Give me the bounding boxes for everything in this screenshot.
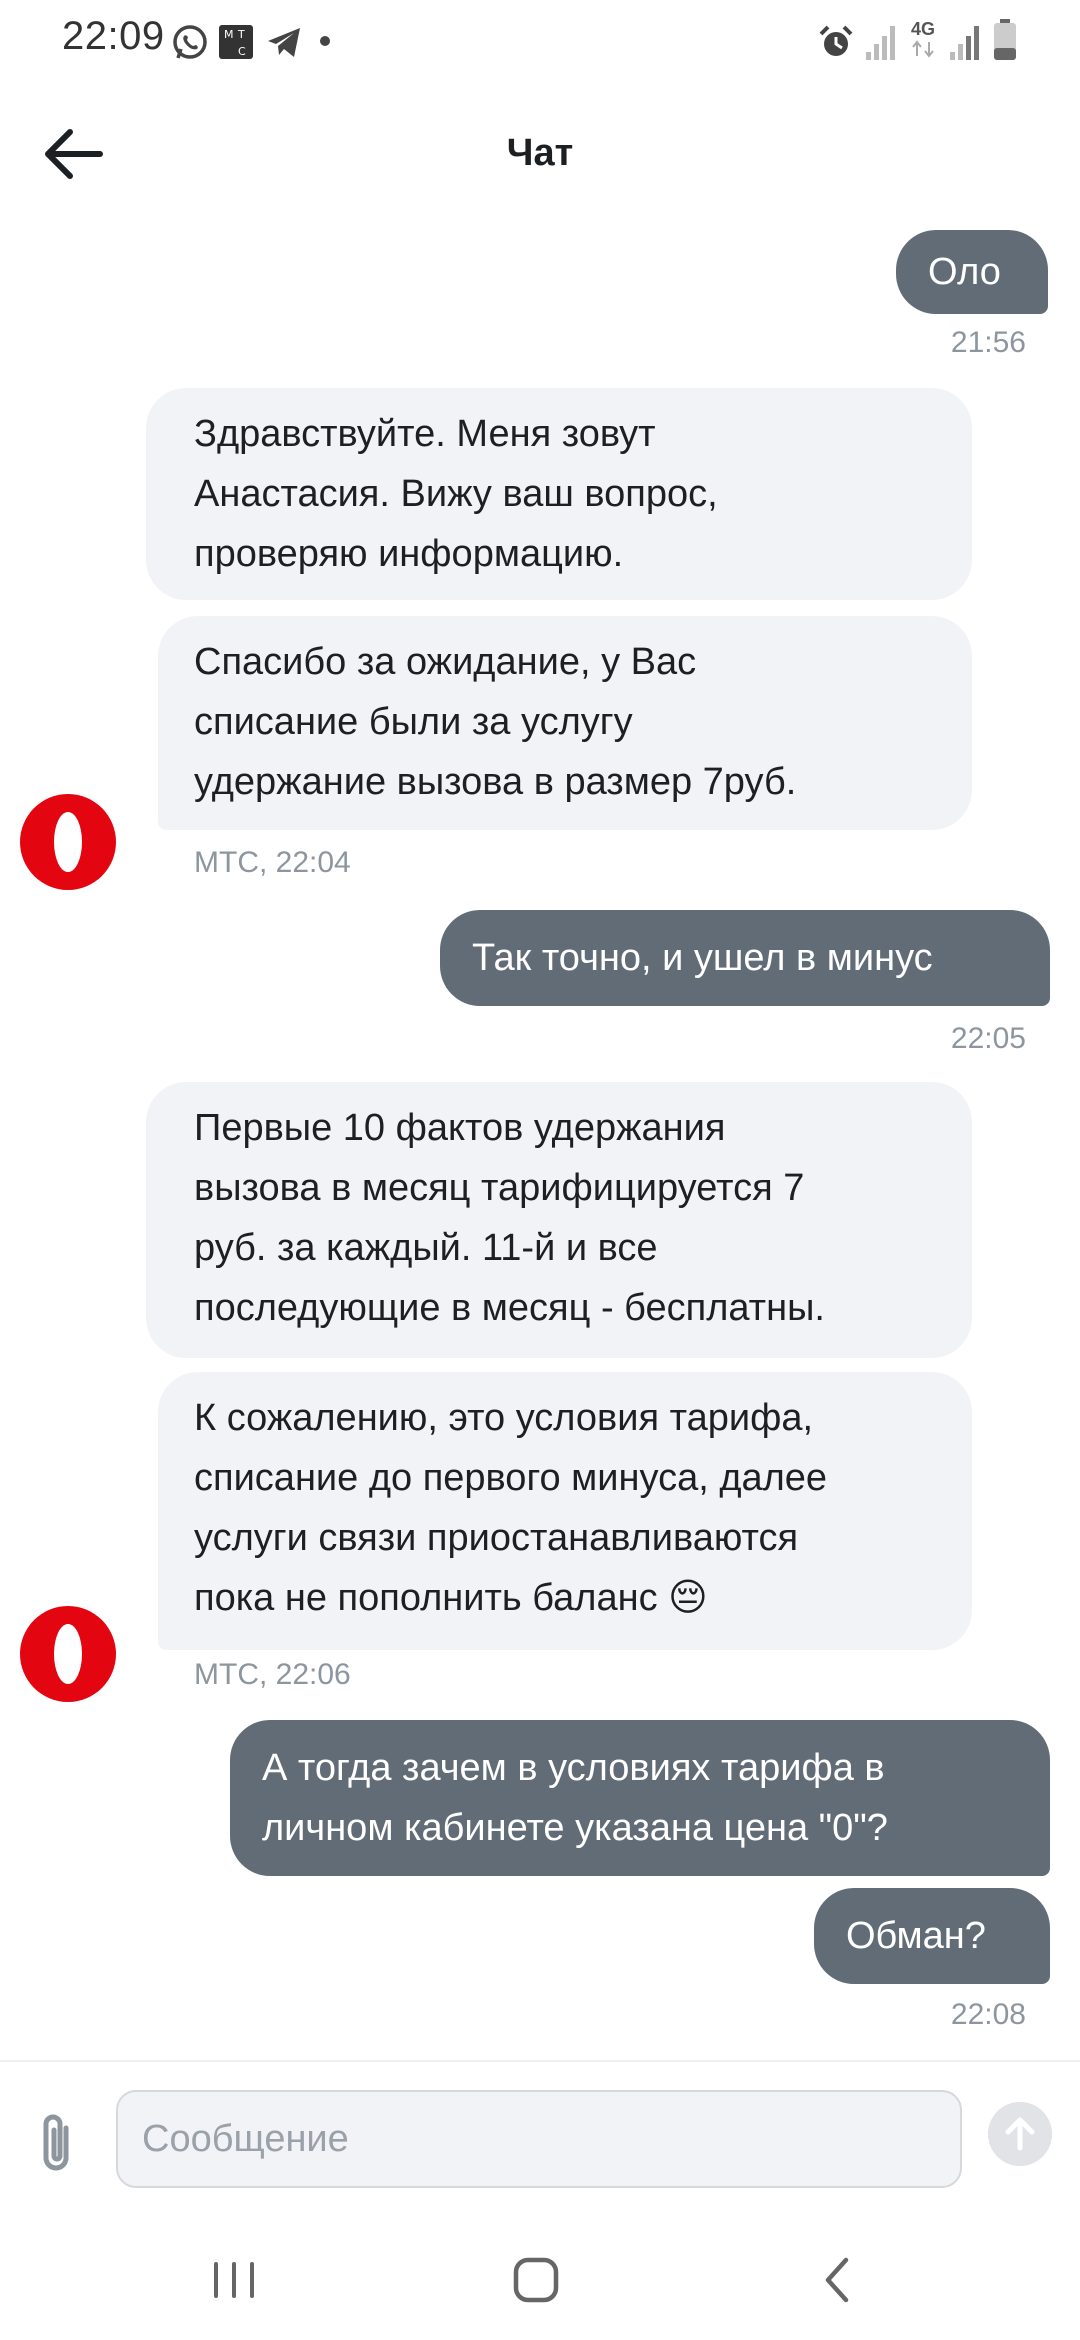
incoming-message[interactable]: Первые 10 фактов удержания вызова в меся…: [146, 1082, 972, 1358]
paperclip-icon[interactable]: [36, 2112, 80, 2176]
recent-apps-icon[interactable]: [204, 2250, 264, 2310]
back-icon[interactable]: [810, 2250, 870, 2310]
incoming-message[interactable]: Спасибо за ожидание, у Вас списание были…: [158, 616, 972, 830]
message-line: списание до первого минуса, далее: [194, 1457, 828, 1499]
alarm-icon: [819, 25, 853, 56]
incoming-message[interactable]: К сожалению, это условия тарифа, списани…: [158, 1372, 972, 1650]
mts-app-icon: М Т С: [219, 25, 253, 59]
message-line: последующие в месяц - бесплатны.: [194, 1287, 825, 1329]
incoming-message[interactable]: Здравствуйте. Меня зовут Анастасия. Вижу…: [146, 388, 972, 600]
message-line: Анастасия. Вижу ваш вопрос,: [194, 473, 718, 515]
message-list[interactable]: Оло 21:56 Здравствуйте. Меня зовут Анаст…: [0, 224, 1080, 2054]
data-arrows-icon: [912, 40, 934, 58]
message-time: 22:08: [950, 1998, 1026, 2031]
message-meta: МТС, 22:06: [194, 1658, 351, 1691]
message-text: Оло: [928, 251, 1001, 293]
message-line: Спасибо за ожидание, у Вас: [194, 641, 697, 683]
message-line: пока не пополнить баланс 😔: [194, 1568, 948, 1628]
message-composer: [0, 2060, 1080, 2212]
mts-avatar: [20, 1606, 116, 1702]
message-line-text: пока не пополнить баланс: [194, 1577, 658, 1619]
system-nav-bar: [0, 2220, 1080, 2340]
signal-icon: [866, 26, 895, 60]
outgoing-message[interactable]: Обман?: [814, 1888, 1050, 1984]
message-text: Так точно, и ушел в минус: [472, 937, 933, 979]
message-line: А тогда зачем в условиях тарифа в: [262, 1747, 885, 1789]
home-icon[interactable]: [506, 2250, 566, 2310]
network-4g-icon: 4G: [910, 19, 935, 39]
message-line: руб. за каждый. 11-й и все: [194, 1227, 658, 1269]
message-meta: МТС, 22:04: [194, 846, 351, 879]
svg-text:М: М: [224, 28, 234, 41]
status-time: 22:09: [62, 14, 165, 58]
dot-icon: [320, 36, 330, 46]
mts-avatar: [20, 794, 116, 890]
message-time: 21:56: [950, 326, 1026, 359]
pensive-face-emoji: 😔: [668, 1577, 708, 1619]
signal-icon: [950, 26, 979, 60]
outgoing-message[interactable]: Так точно, и ушел в минус: [440, 910, 1050, 1006]
message-text: Обман?: [846, 1915, 986, 1957]
svg-text:С: С: [238, 45, 246, 58]
message-time: 22:05: [950, 1022, 1026, 1055]
svg-text:Т: Т: [237, 28, 245, 41]
message-line: К сожалению, это условия тарифа,: [194, 1397, 814, 1439]
message-line: проверяю информацию.: [194, 533, 624, 575]
message-line: списание были за услугу: [194, 701, 633, 743]
page-title: Чат: [506, 132, 574, 174]
outgoing-message[interactable]: Оло: [896, 230, 1048, 314]
telegram-icon: [268, 28, 300, 57]
battery-icon: [994, 19, 1016, 60]
status-bar: 22:09 М Т С 4G: [0, 0, 1080, 84]
message-input[interactable]: [116, 2090, 962, 2188]
message-line: Первые 10 фактов удержания: [194, 1107, 726, 1149]
chat-header: Чат: [0, 84, 1080, 224]
message-line: Здравствуйте. Меня зовут: [194, 413, 656, 455]
send-button[interactable]: [988, 2102, 1052, 2166]
whatsapp-icon: [173, 25, 207, 59]
outgoing-message[interactable]: А тогда зачем в условиях тарифа в личном…: [230, 1720, 1050, 1876]
message-line: услуги связи приостанавливаются: [194, 1517, 799, 1559]
message-line: вызова в месяц тарифицируется 7: [194, 1167, 805, 1209]
message-line: личном кабинете указана цена "0"?: [262, 1807, 888, 1849]
message-line: удержание вызова в размер 7руб.: [194, 761, 797, 803]
